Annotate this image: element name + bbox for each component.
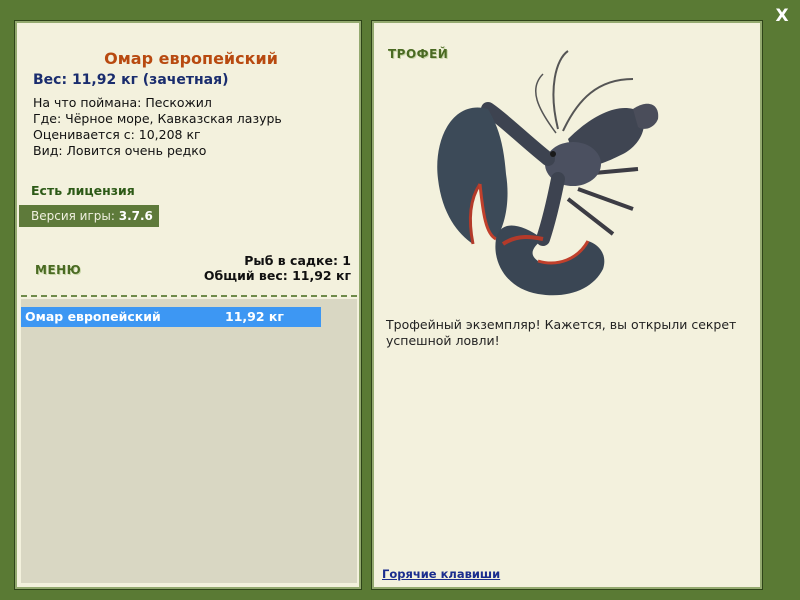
version-label: Версия игры: (31, 209, 115, 223)
keepnet-stats: Рыб в садке: 1 Общий вес: 11,92 кг (204, 253, 351, 283)
fish-count: Рыб в садке: 1 (244, 253, 351, 268)
bait-info: На что поймана: Пескожил (33, 95, 212, 110)
fish-weight: Вес: 11,92 кг (зачетная) (33, 72, 229, 88)
version-value: 3.7.6 (118, 209, 153, 223)
trophy-description: Трофейный экземпляр! Кажется, вы открыли… (386, 317, 737, 348)
list-item-weight: 11,92 кг (225, 309, 284, 324)
fish-info-panel: Омар европейский Вес: 11,92 кг (зачетная… (14, 20, 362, 590)
kind-info: Вид: Ловится очень редко (33, 143, 207, 158)
game-version: Версия игры: 3.7.6 (19, 205, 159, 227)
fish-name: Омар европейский (104, 49, 278, 68)
trophy-panel: ТРОФЕЙ Трофейный экземпляр! Кажется, вы … (371, 20, 763, 590)
divider (21, 295, 357, 297)
lobster-image (437, 50, 659, 296)
close-button[interactable]: X (772, 6, 792, 26)
list-item[interactable]: Омар европейский 11,92 кг (21, 307, 321, 327)
total-weight: Общий вес: 11,92 кг (203, 268, 351, 283)
hotkeys-link[interactable]: Горячие клавиши (382, 567, 500, 581)
catch-list: Омар европейский 11,92 кг (21, 299, 357, 583)
license-status: Есть лицензия (31, 183, 135, 198)
list-item-name: Омар европейский (25, 309, 161, 324)
menu-button[interactable]: МЕНЮ (35, 263, 81, 277)
rated-from-info: Оценивается с: 10,208 кг (33, 127, 201, 142)
location-info: Где: Чёрное море, Кавказская лазурь (33, 111, 282, 126)
